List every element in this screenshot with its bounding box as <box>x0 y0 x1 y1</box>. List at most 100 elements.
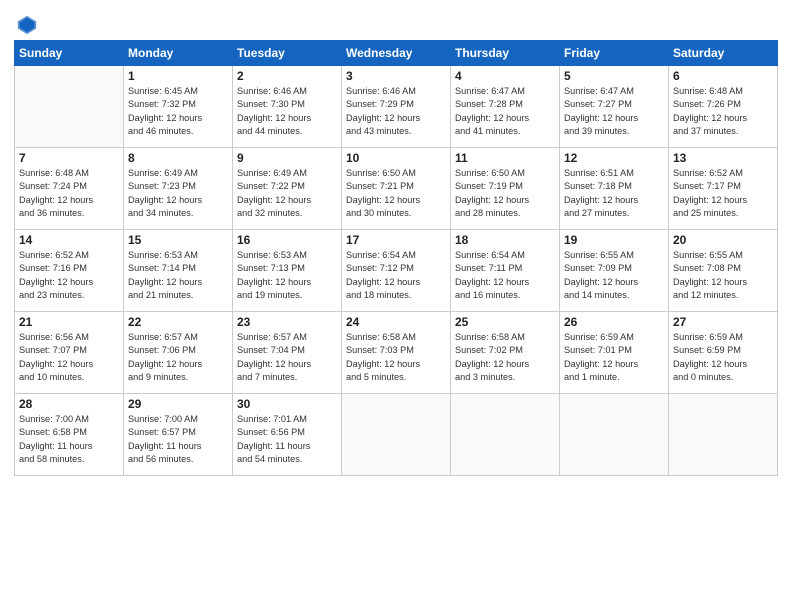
calendar-cell: 10Sunrise: 6:50 AM Sunset: 7:21 PM Dayli… <box>342 148 451 230</box>
day-number: 9 <box>237 151 337 165</box>
calendar-cell: 12 Sunrise: 6:51 AM Sunset: 7:18 PM Dayli… <box>560 148 669 230</box>
day-info: Sunrise: 6:47 AM Sunset: 7:28 PM Dayligh… <box>455 85 555 138</box>
day-number: 2 <box>237 69 337 83</box>
calendar-cell: 6Sunrise: 6:48 AM Sunset: 7:26 PM Daylig… <box>669 66 778 148</box>
calendar-header-thursday: Thursday <box>451 41 560 66</box>
page: SundayMondayTuesdayWednesdayThursdayFrid… <box>0 0 792 612</box>
day-info: Sunrise: 6:57 AM Sunset: 7:04 PM Dayligh… <box>237 331 337 384</box>
day-info: Sunrise: 6:50 AM Sunset: 7:21 PM Dayligh… <box>346 167 446 220</box>
calendar-cell: 19Sunrise: 6:55 AM Sunset: 7:09 PM Dayli… <box>560 230 669 312</box>
calendar-cell: 26 Sunrise: 6:59 AM Sunset: 7:01 PM Dayli… <box>560 312 669 394</box>
day-info: Sunrise: 6:53 AM Sunset: 7:13 PM Dayligh… <box>237 249 337 302</box>
logo-icon <box>16 14 38 36</box>
calendar-header-wednesday: Wednesday <box>342 41 451 66</box>
day-number: 6 <box>673 69 773 83</box>
day-number: 3 <box>346 69 446 83</box>
day-info: Sunrise: 6:46 AM Sunset: 7:29 PM Dayligh… <box>346 85 446 138</box>
calendar-cell: 3 Sunrise: 6:46 AM Sunset: 7:29 PM Daylig… <box>342 66 451 148</box>
calendar-cell: 22 Sunrise: 6:57 AM Sunset: 7:06 PM Dayli… <box>124 312 233 394</box>
calendar-cell: 24 Sunrise: 6:58 AM Sunset: 7:03 PM Dayli… <box>342 312 451 394</box>
calendar-week-4: 21Sunrise: 6:56 AM Sunset: 7:07 PM Dayli… <box>15 312 778 394</box>
calendar-cell: 28 Sunrise: 7:00 AM Sunset: 6:58 PM Dayli… <box>15 394 124 476</box>
day-info: Sunrise: 6:49 AM Sunset: 7:22 PM Dayligh… <box>237 167 337 220</box>
day-number: 4 <box>455 69 555 83</box>
calendar-cell <box>342 394 451 476</box>
calendar-cell: 27 Sunrise: 6:59 AM Sunset: 6:59 PM Dayli… <box>669 312 778 394</box>
calendar-cell: 25Sunrise: 6:58 AM Sunset: 7:02 PM Dayli… <box>451 312 560 394</box>
day-info: Sunrise: 6:58 AM Sunset: 7:03 PM Dayligh… <box>346 331 446 384</box>
calendar-cell <box>15 66 124 148</box>
day-info: Sunrise: 6:55 AM Sunset: 7:08 PM Dayligh… <box>673 249 773 302</box>
day-info: Sunrise: 6:49 AM Sunset: 7:23 PM Dayligh… <box>128 167 228 220</box>
calendar-cell: 4 Sunrise: 6:47 AM Sunset: 7:28 PM Daylig… <box>451 66 560 148</box>
day-number: 14 <box>19 233 119 247</box>
calendar-cell: 20Sunrise: 6:55 AM Sunset: 7:08 PM Dayli… <box>669 230 778 312</box>
calendar-cell: 15 Sunrise: 6:53 AM Sunset: 7:14 PM Dayli… <box>124 230 233 312</box>
day-number: 15 <box>128 233 228 247</box>
calendar-cell: 17Sunrise: 6:54 AM Sunset: 7:12 PM Dayli… <box>342 230 451 312</box>
calendar-cell: 23 Sunrise: 6:57 AM Sunset: 7:04 PM Dayli… <box>233 312 342 394</box>
calendar-cell <box>560 394 669 476</box>
day-info: Sunrise: 7:00 AM Sunset: 6:58 PM Dayligh… <box>19 413 119 466</box>
day-info: Sunrise: 6:45 AM Sunset: 7:32 PM Dayligh… <box>128 85 228 138</box>
calendar-cell <box>451 394 560 476</box>
calendar-cell: 30 Sunrise: 7:01 AM Sunset: 6:56 PM Dayli… <box>233 394 342 476</box>
calendar-cell: 14 Sunrise: 6:52 AM Sunset: 7:16 PM Dayli… <box>15 230 124 312</box>
day-number: 26 <box>564 315 664 329</box>
day-info: Sunrise: 6:59 AM Sunset: 6:59 PM Dayligh… <box>673 331 773 384</box>
calendar-cell: 1Sunrise: 6:45 AM Sunset: 7:32 PM Daylig… <box>124 66 233 148</box>
day-number: 18 <box>455 233 555 247</box>
calendar-header-sunday: Sunday <box>15 41 124 66</box>
day-number: 7 <box>19 151 119 165</box>
day-info: Sunrise: 7:00 AM Sunset: 6:57 PM Dayligh… <box>128 413 228 466</box>
calendar-header-monday: Monday <box>124 41 233 66</box>
day-number: 28 <box>19 397 119 411</box>
day-number: 23 <box>237 315 337 329</box>
day-info: Sunrise: 6:58 AM Sunset: 7:02 PM Dayligh… <box>455 331 555 384</box>
calendar-header-saturday: Saturday <box>669 41 778 66</box>
day-number: 27 <box>673 315 773 329</box>
day-info: Sunrise: 6:57 AM Sunset: 7:06 PM Dayligh… <box>128 331 228 384</box>
day-info: Sunrise: 6:59 AM Sunset: 7:01 PM Dayligh… <box>564 331 664 384</box>
calendar-cell: 13 Sunrise: 6:52 AM Sunset: 7:17 PM Dayli… <box>669 148 778 230</box>
day-number: 5 <box>564 69 664 83</box>
calendar-header-tuesday: Tuesday <box>233 41 342 66</box>
day-number: 13 <box>673 151 773 165</box>
day-number: 24 <box>346 315 446 329</box>
day-info: Sunrise: 6:52 AM Sunset: 7:17 PM Dayligh… <box>673 167 773 220</box>
day-info: Sunrise: 6:50 AM Sunset: 7:19 PM Dayligh… <box>455 167 555 220</box>
calendar-cell: 29 Sunrise: 7:00 AM Sunset: 6:57 PM Dayli… <box>124 394 233 476</box>
calendar-week-2: 7Sunrise: 6:48 AM Sunset: 7:24 PM Daylig… <box>15 148 778 230</box>
calendar-cell: 7Sunrise: 6:48 AM Sunset: 7:24 PM Daylig… <box>15 148 124 230</box>
day-number: 16 <box>237 233 337 247</box>
calendar-cell: 11 Sunrise: 6:50 AM Sunset: 7:19 PM Dayli… <box>451 148 560 230</box>
calendar: SundayMondayTuesdayWednesdayThursdayFrid… <box>14 40 778 476</box>
calendar-header-row: SundayMondayTuesdayWednesdayThursdayFrid… <box>15 41 778 66</box>
calendar-cell: 5 Sunrise: 6:47 AM Sunset: 7:27 PM Daylig… <box>560 66 669 148</box>
calendar-cell <box>669 394 778 476</box>
day-info: Sunrise: 6:46 AM Sunset: 7:30 PM Dayligh… <box>237 85 337 138</box>
calendar-week-5: 28 Sunrise: 7:00 AM Sunset: 6:58 PM Dayli… <box>15 394 778 476</box>
day-number: 11 <box>455 151 555 165</box>
header <box>14 10 778 32</box>
calendar-cell: 2 Sunrise: 6:46 AM Sunset: 7:30 PM Daylig… <box>233 66 342 148</box>
day-info: Sunrise: 6:47 AM Sunset: 7:27 PM Dayligh… <box>564 85 664 138</box>
day-number: 12 <box>564 151 664 165</box>
day-number: 22 <box>128 315 228 329</box>
day-number: 17 <box>346 233 446 247</box>
day-number: 19 <box>564 233 664 247</box>
calendar-header-friday: Friday <box>560 41 669 66</box>
day-number: 29 <box>128 397 228 411</box>
day-info: Sunrise: 7:01 AM Sunset: 6:56 PM Dayligh… <box>237 413 337 466</box>
day-info: Sunrise: 6:51 AM Sunset: 7:18 PM Dayligh… <box>564 167 664 220</box>
calendar-cell: 21Sunrise: 6:56 AM Sunset: 7:07 PM Dayli… <box>15 312 124 394</box>
day-number: 30 <box>237 397 337 411</box>
calendar-cell: 9 Sunrise: 6:49 AM Sunset: 7:22 PM Daylig… <box>233 148 342 230</box>
calendar-week-3: 14 Sunrise: 6:52 AM Sunset: 7:16 PM Dayli… <box>15 230 778 312</box>
calendar-cell: 16 Sunrise: 6:53 AM Sunset: 7:13 PM Dayli… <box>233 230 342 312</box>
day-info: Sunrise: 6:52 AM Sunset: 7:16 PM Dayligh… <box>19 249 119 302</box>
logo <box>14 14 38 32</box>
calendar-cell: 18Sunrise: 6:54 AM Sunset: 7:11 PM Dayli… <box>451 230 560 312</box>
day-info: Sunrise: 6:53 AM Sunset: 7:14 PM Dayligh… <box>128 249 228 302</box>
day-number: 8 <box>128 151 228 165</box>
